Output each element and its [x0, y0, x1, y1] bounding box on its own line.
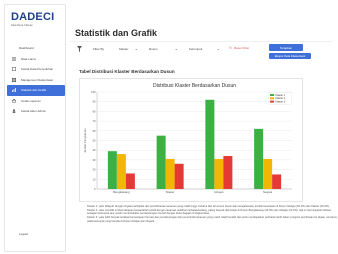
- note-klaster-2: Klaster 2: yaitu memiliki ini klasi taha…: [87, 209, 331, 216]
- section-title: Tabel Distribusi Klaster Berdasarkan Dus…: [79, 69, 175, 74]
- list-icon: [11, 57, 16, 61]
- y-axis-label: Jumlah Penyuluhan: [83, 128, 87, 153]
- y-tick-label: 60: [93, 129, 96, 133]
- export-button[interactable]: Ekspor Data Klasterisasi: [269, 53, 311, 59]
- klaster-select-value: Klaster: [119, 47, 129, 51]
- page-title: Statistik dan Grafik: [75, 28, 158, 38]
- cluster-distribution-chart: Distribusi Klaster Berdasarkan Dusun 0 10 2…: [83, 83, 292, 194]
- bar-klaster-1: [254, 128, 264, 189]
- bar-klaster-2: [116, 154, 126, 189]
- y-tick-label: 70: [93, 119, 96, 123]
- sidebar-item-label: Cetak Laporan: [21, 98, 41, 103]
- brand: DADECI Data Desa Cilacap: [11, 11, 54, 27]
- sidebar-item-label: Manajemen Klasterisasi: [21, 77, 53, 82]
- sidebar-item-label: Statistik dan Grafik: [21, 88, 47, 93]
- y-tick-label: 10: [93, 177, 96, 181]
- filter-bar: Filter By Klaster ⌄ Dusun ⌄ Kelompok ⌄ ↻…: [70, 41, 332, 59]
- sidebar: DADECI Data Desa Cilacap Dashboard Data …: [4, 4, 66, 252]
- notes: Klaster 1: yaitu Wilayah dengan tingkat …: [87, 205, 337, 224]
- kelompok-select[interactable]: Kelompok ⌄: [188, 45, 220, 53]
- bar-klaster-3: [272, 174, 282, 189]
- apply-filter-button[interactable]: Terapkan: [269, 44, 303, 51]
- x-tick-label: Bengkaluang: [113, 190, 130, 194]
- bar-klaster-1: [107, 151, 117, 189]
- legend-swatch: [270, 100, 274, 103]
- bar-klaster-1: [156, 135, 166, 189]
- x-tick-label: Negara: [263, 190, 273, 194]
- x-tick-label: Klaster: [166, 190, 175, 194]
- reset-icon: ↻: [229, 46, 232, 50]
- dusun-select[interactable]: Dusun ⌄: [148, 45, 178, 53]
- grid-icon: [11, 77, 16, 82]
- sidebar-item-label: Data Lama: [21, 56, 36, 61]
- sidebar-item-dashboard[interactable]: Dashboard: [5, 43, 67, 54]
- y-tick-label: 20: [93, 168, 96, 172]
- sidebar-item-cetak-laporan[interactable]: Cetak Laporan: [5, 96, 67, 107]
- sidebar-item-statistik[interactable]: Statistik dan Grafik: [7, 85, 65, 96]
- chevron-down-icon: ⌄: [134, 46, 138, 51]
- chart-icon: [11, 88, 16, 93]
- bar-klaster-2: [214, 158, 224, 189]
- bar-klaster-1: [205, 99, 215, 189]
- bar-klaster-3: [125, 173, 135, 189]
- bar-klaster-3: [223, 156, 233, 189]
- edit-icon: [11, 67, 16, 72]
- note-klaster-1: Klaster 1: yaitu Wilayah dengan tingkat …: [87, 205, 330, 208]
- sidebar-item-label: Dashboard: [19, 46, 34, 51]
- bar-klaster-3: [174, 163, 184, 189]
- print-icon: [11, 98, 16, 103]
- bar-klaster-2: [165, 158, 175, 189]
- sidebar-item-kelola-akun[interactable]: Kelola Akun Admin: [5, 106, 67, 117]
- y-tick-label: 100: [91, 90, 96, 94]
- y-tick-label: 30: [93, 158, 96, 162]
- note-klaster-3: Klaster 3: yaitu lebih banyak terdapat k…: [87, 216, 337, 223]
- sidebar-item-label: Kelola Akun Admin: [21, 109, 47, 114]
- user-icon: [11, 109, 16, 114]
- sidebar-item-data-lama[interactable]: Data Lama: [5, 54, 67, 65]
- legend-label: Klaster 3: [276, 101, 286, 104]
- sidebar-item-label: Kelola Data Penyuluhan: [21, 67, 54, 72]
- sidebar-nav: Dashboard Data Lama Kelola Data Penyuluh…: [5, 43, 67, 117]
- sidebar-item-kelola-data[interactable]: Kelola Data Penyuluhan: [5, 64, 67, 75]
- sidebar-item-manajemen-klasterisasi[interactable]: Manajemen Klasterisasi: [5, 75, 67, 86]
- reset-filter-label: Reset Filter: [233, 46, 250, 50]
- reset-filter-button[interactable]: ↻ Reset Filter: [229, 46, 249, 50]
- chart-card: Distribusi Klaster Berdasarkan Dusun 0 10 2…: [79, 78, 303, 202]
- chevron-down-icon: ⌄: [174, 46, 178, 51]
- logout-link[interactable]: Logout: [19, 232, 28, 236]
- y-tick-label: 50: [93, 139, 96, 143]
- x-tick-label: Gliwjan: [214, 190, 224, 194]
- chevron-down-icon: ⌄: [216, 46, 220, 51]
- filter-icon: [77, 46, 82, 52]
- filter-by-label: Filter By: [93, 47, 105, 51]
- legend-swatch: [270, 97, 274, 100]
- y-tick-label: 0: [94, 187, 96, 191]
- brand-title: DADECI: [11, 11, 55, 23]
- kelompok-select-value: Kelompok: [189, 47, 203, 51]
- y-tick-label: 90: [93, 100, 96, 104]
- y-tick-label: 80: [93, 109, 96, 113]
- chart-title: Distribusi Klaster Berdasarkan Dusun: [153, 83, 236, 89]
- klaster-select[interactable]: Klaster ⌄: [118, 45, 138, 53]
- y-tick-label: 40: [93, 148, 96, 152]
- dusun-select-value: Dusun: [149, 47, 158, 51]
- brand-subtitle: Data Desa Cilacap: [11, 24, 33, 27]
- legend-swatch: [270, 94, 274, 96]
- bar-klaster-2: [263, 158, 273, 189]
